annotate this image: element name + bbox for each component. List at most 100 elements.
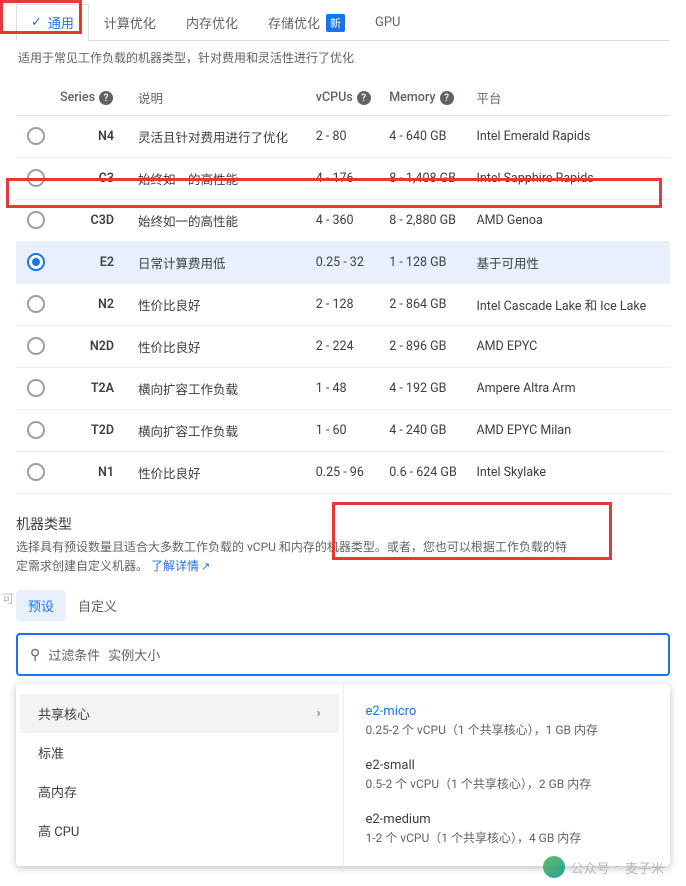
series-platform: Intel Sapphire Rapids xyxy=(470,158,670,200)
series-name: N4 xyxy=(54,116,132,158)
series-radio[interactable] xyxy=(27,295,45,313)
category-standard[interactable]: 标准 xyxy=(20,733,339,772)
series-platform: AMD EPYC Milan xyxy=(470,410,670,452)
table-row[interactable]: N4灵活且针对费用进行了优化2 - 804 - 640 GBIntel Emer… xyxy=(16,116,670,158)
series-desc: 性价比良好 xyxy=(132,326,310,368)
col-vcpu: vCPUs xyxy=(316,90,353,105)
series-radio[interactable] xyxy=(27,463,45,481)
series-radio[interactable] xyxy=(27,379,45,397)
truncated-text: 可 xyxy=(2,590,14,607)
series-platform: Intel Emerald Rapids xyxy=(470,116,670,158)
table-row[interactable]: T2D横向扩容工作负载1 - 604 - 240 GBAMD EPYC Mila… xyxy=(16,410,670,452)
tab-compute-optimized[interactable]: 计算优化 xyxy=(89,4,171,40)
tab-label: 通用 xyxy=(48,13,74,32)
tab-memory-optimized[interactable]: 内存优化 xyxy=(171,4,253,40)
category-high-cpu[interactable]: 高 CPU xyxy=(20,811,339,850)
series-memory: 0.6 - 624 GB xyxy=(383,452,470,494)
series-desc: 日常计算费用低 xyxy=(132,242,310,284)
machine-type-option[interactable]: e2-medium 1-2 个 vCPU（1 个共享核心），4 GB 内存 xyxy=(348,802,667,856)
series-vcpu: 1 - 48 xyxy=(310,368,383,410)
series-desc: 性价比良好 xyxy=(132,284,310,326)
series-radio[interactable] xyxy=(27,211,45,229)
new-badge: 新 xyxy=(326,14,345,32)
table-row[interactable]: N2D性价比良好2 - 2242 - 896 GBAMD EPYC xyxy=(16,326,670,368)
tabs-description: 适用于常见工作负载的机器类型，针对费用和灵活性进行了优化 xyxy=(18,49,668,66)
series-name: C3D xyxy=(54,200,132,242)
machine-type-option[interactable]: e2-micro 0.25-2 个 vCPU（1 个共享核心），1 GB 内存 xyxy=(348,694,667,748)
series-memory: 4 - 192 GB xyxy=(383,368,470,410)
series-name: T2D xyxy=(54,410,132,452)
category-high-memory[interactable]: 高内存 xyxy=(20,772,339,811)
series-vcpu: 2 - 80 xyxy=(310,116,383,158)
machine-type-desc: 选择具有预设数量且适合大多数工作负载的 vCPU 和内存的机器类型。或者，您也可… xyxy=(16,538,576,576)
learn-more-link[interactable]: 了解详情 xyxy=(151,559,210,573)
series-platform: AMD Genoa xyxy=(470,200,670,242)
machine-type-option[interactable]: e2-small 0.5-2 个 vCPU（1 个共享核心），2 GB 内存 xyxy=(348,748,667,802)
machine-type-subtabs: 预设 自定义 xyxy=(16,590,670,621)
series-platform: Ampere Altra Arm xyxy=(470,368,670,410)
machine-type-spec: 1-2 个 vCPU（1 个共享核心），4 GB 内存 xyxy=(366,829,649,846)
filter-value: 实例大小 xyxy=(108,645,160,664)
tab-storage-optimized[interactable]: 存储优化 新 xyxy=(253,4,360,40)
series-name: N1 xyxy=(54,452,132,494)
series-memory: 1 - 128 GB xyxy=(383,242,470,284)
series-radio[interactable] xyxy=(27,253,45,271)
series-memory: 2 - 896 GB xyxy=(383,326,470,368)
series-platform: AMD EPYC xyxy=(470,326,670,368)
machine-type-name: e2-micro xyxy=(366,704,649,719)
category-shared-core[interactable]: 共享核心 xyxy=(20,694,339,733)
help-icon[interactable]: ? xyxy=(99,91,113,105)
instance-size-filter[interactable]: ⚲ 过滤条件 实例大小 xyxy=(16,633,670,676)
table-row[interactable]: T2A横向扩容工作负载1 - 484 - 192 GBAmpere Altra … xyxy=(16,368,670,410)
machine-type-spec: 0.5-2 个 vCPU（1 个共享核心），2 GB 内存 xyxy=(366,775,649,792)
watermark: 公众号 · 麦子米 xyxy=(543,856,664,878)
series-name: C3 xyxy=(54,158,132,200)
series-platform: 基于可用性 xyxy=(470,242,670,284)
table-row[interactable]: C3始终如一的高性能4 - 1768 - 1,408 GBIntel Sapph… xyxy=(16,158,670,200)
series-desc: 性价比良好 xyxy=(132,452,310,494)
series-memory: 4 - 640 GB xyxy=(383,116,470,158)
col-memory: Memory xyxy=(389,90,435,105)
subtab-custom[interactable]: 自定义 xyxy=(66,590,129,621)
dropdown-options: e2-micro0.25-2 个 vCPU（1 个共享核心），1 GB 内存e2… xyxy=(344,684,671,866)
tab-gpu[interactable]: GPU xyxy=(360,4,416,40)
check-icon: ✓ xyxy=(31,15,42,30)
series-vcpu: 2 - 224 xyxy=(310,326,383,368)
table-row[interactable]: E2日常计算费用低0.25 - 321 - 128 GB基于可用性 xyxy=(16,242,670,284)
series-memory: 8 - 1,408 GB xyxy=(383,158,470,200)
machine-type-dropdown: 共享核心 标准 高内存 高 CPU e2-micro 0.25-2 个 vCPU（… xyxy=(16,684,670,866)
machine-type-name: e2-medium xyxy=(366,812,649,827)
series-vcpu: 2 - 128 xyxy=(310,284,383,326)
filter-icon: ⚲ xyxy=(30,647,40,663)
filter-label: 过滤条件 xyxy=(48,645,100,664)
series-desc: 始终如一的高性能 xyxy=(132,158,310,200)
series-radio[interactable] xyxy=(27,169,45,187)
table-row[interactable]: N2性价比良好2 - 1282 - 864 GBIntel Cascade La… xyxy=(16,284,670,326)
series-desc: 始终如一的高性能 xyxy=(132,200,310,242)
series-vcpu: 0.25 - 32 xyxy=(310,242,383,284)
machine-type-spec: 0.25-2 个 vCPU（1 个共享核心），1 GB 内存 xyxy=(366,721,649,738)
series-radio[interactable] xyxy=(27,337,45,355)
series-vcpu: 0.25 - 96 xyxy=(310,452,383,494)
series-platform: Intel Skylake xyxy=(470,452,670,494)
series-name: T2A xyxy=(54,368,132,410)
help-icon[interactable]: ? xyxy=(440,91,454,105)
table-row[interactable]: N1性价比良好0.25 - 960.6 - 624 GBIntel Skylak… xyxy=(16,452,670,494)
series-memory: 2 - 864 GB xyxy=(383,284,470,326)
series-vcpu: 4 - 360 xyxy=(310,200,383,242)
subtab-preset[interactable]: 预设 xyxy=(16,590,66,621)
col-platform: 平台 xyxy=(476,92,501,107)
table-row[interactable]: C3D始终如一的高性能4 - 3608 - 2,880 GBAMD Genoa xyxy=(16,200,670,242)
series-name: E2 xyxy=(54,242,132,284)
col-desc: 说明 xyxy=(138,92,163,107)
machine-type-name: e2-small xyxy=(366,758,649,773)
series-radio[interactable] xyxy=(27,421,45,439)
tab-general[interactable]: ✓ 通用 xyxy=(16,4,89,41)
series-name: N2 xyxy=(54,284,132,326)
machine-family-tabs: ✓ 通用 计算优化 内存优化 存储优化 新 GPU xyxy=(16,4,670,41)
series-desc: 灵活且针对费用进行了优化 xyxy=(132,116,310,158)
help-icon[interactable]: ? xyxy=(357,91,371,105)
series-vcpu: 4 - 176 xyxy=(310,158,383,200)
machine-type-title: 机器类型 xyxy=(16,514,670,534)
series-radio[interactable] xyxy=(27,127,45,145)
